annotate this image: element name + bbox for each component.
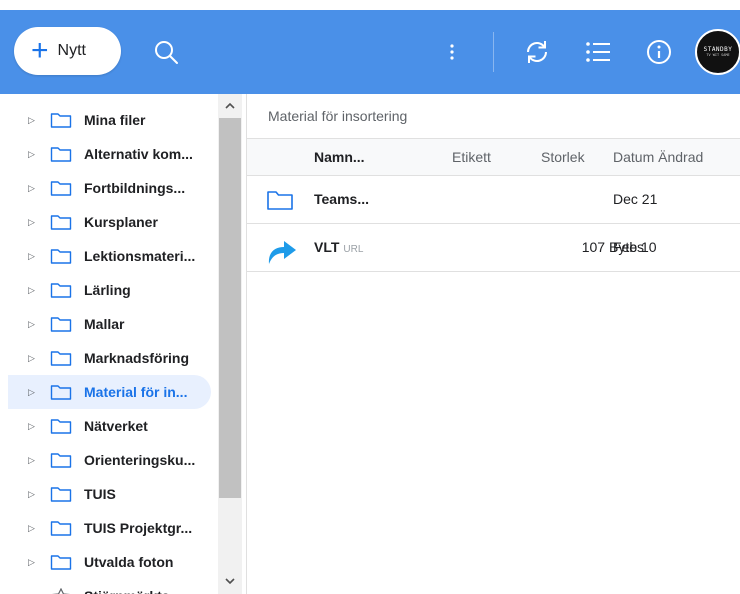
column-name[interactable]: Namn... [314,149,365,165]
column-tag[interactable]: Etikett [452,149,491,165]
scroll-thumb[interactable] [219,118,241,498]
sidebar-folder-label: Lärling [84,282,131,298]
folder-icon [50,385,72,400]
folder-icon [50,453,72,468]
folder-icon [50,283,72,298]
table-row[interactable]: Teams... Dec 21 [247,176,740,224]
folder-icon [50,249,72,264]
shortcut-arrow-icon [266,235,298,268]
folder-icon [50,555,72,570]
avatar-subtext: TV WIT SAME [706,53,730,57]
sidebar-folder-label: Kursplaner [84,214,158,230]
new-button[interactable]: + Nytt [14,27,121,75]
plus-icon: + [31,34,49,67]
scroll-down-arrow-icon[interactable] [218,574,242,588]
column-header: Namn... Etikett Storlek Datum Ändrad [247,138,740,176]
avatar-text: STANDBY [703,46,733,53]
sidebar-folder-item[interactable]: Stjärnmärkta [8,579,211,594]
sidebar-folder-item[interactable]: ▷ Lektionsmateri... [8,239,211,273]
column-size[interactable]: Storlek [541,149,585,165]
expand-caret-icon[interactable]: ▷ [28,149,36,160]
expand-caret-icon[interactable]: ▷ [28,115,36,126]
sidebar-folder-label: Stjärnmärkta [84,588,170,594]
sidebar-folder-item[interactable]: ▷ TUIS [8,477,211,511]
folder-icon [50,147,72,162]
file-list-pane: Material för insortering Namn... Etikett… [247,94,740,594]
sidebar-folder-item[interactable]: ▷ Orienteringsku... [8,443,211,477]
sidebar-folder-label: Alternativ kom... [84,146,193,162]
folder-icon [50,521,72,536]
expand-caret-icon[interactable]: ▷ [28,421,36,432]
sidebar-folder-item[interactable]: ▷ Utvalda foton [8,545,211,579]
toolbar-divider [493,32,494,72]
sidebar-folder-item[interactable]: ▷ Alternativ kom... [8,137,211,171]
sidebar-folder-label: Nätverket [84,418,148,434]
folder-icon [50,419,72,434]
user-avatar[interactable]: STANDBY TV WIT SAME [695,29,740,75]
sidebar-folder-label: Lektionsmateri... [84,248,196,264]
expand-caret-icon[interactable]: ▷ [28,523,36,534]
new-button-label: Nytt [57,42,86,59]
info-icon[interactable] [643,36,675,68]
expand-caret-icon[interactable]: ▷ [28,183,36,194]
breadcrumb[interactable]: Material för insortering [268,108,407,124]
file-name: VLT URL [314,239,364,255]
top-toolbar: + Nytt STANDBY TV WIT SAME [0,10,740,94]
sidebar-scrollbar[interactable] [218,94,242,594]
expand-caret-icon[interactable]: ▷ [28,387,36,398]
sidebar-folder-label: Material för in... [84,384,188,400]
folder-icon [50,351,72,366]
file-date: Feb 10 [613,239,657,255]
sidebar-folder-label: Fortbildnings... [84,180,186,196]
sidebar-folder-label: Marknadsföring [84,350,190,366]
sidebar-folder-label: Mina filer [84,112,146,128]
expand-caret-icon[interactable]: ▷ [28,217,36,228]
sidebar-folder-label: TUIS [84,486,116,502]
expand-caret-icon[interactable]: ▷ [28,251,36,262]
file-name: Teams... [314,191,369,207]
folder-icon [50,181,72,196]
list-view-icon[interactable] [582,36,614,68]
expand-caret-icon[interactable]: ▷ [28,353,36,364]
expand-caret-icon[interactable]: ▷ [28,285,36,296]
sidebar-folder-label: Orienteringsku... [84,452,196,468]
folder-icon [50,113,72,128]
expand-caret-icon[interactable]: ▷ [28,319,36,330]
folder-icon [50,487,72,502]
folder-icon [50,317,72,332]
url-badge: URL [343,244,364,255]
sidebar-folder-item[interactable]: ▷ Nätverket [8,409,211,443]
sidebar-folder-label: Mallar [84,316,125,332]
sidebar-folder-item[interactable]: ▷ TUIS Projektgr... [8,511,211,545]
sidebar-folder-label: Utvalda foton [84,554,174,570]
expand-caret-icon[interactable]: ▷ [28,557,36,568]
scroll-up-arrow-icon[interactable] [218,98,242,112]
search-icon[interactable] [150,36,182,68]
sidebar-folder-item[interactable]: ▷ Lärling [8,273,211,307]
sidebar-folder-label: TUIS Projektgr... [84,520,193,536]
sidebar-folder-item[interactable]: ▷ Mallar [8,307,211,341]
expand-caret-icon[interactable]: ▷ [28,489,36,500]
refresh-icon[interactable] [520,35,554,69]
folder-icon [266,187,294,214]
column-date[interactable]: Datum Ändrad [613,149,703,165]
table-row[interactable]: VLT URL 107 Bytes Feb 10 [247,224,740,272]
expand-caret-icon[interactable]: ▷ [28,455,36,466]
sidebar-folder-item[interactable]: ▷ Material för in... [8,375,211,409]
sidebar-folder-item[interactable]: ▷ Mina filer [8,103,211,137]
folder-tree: ▷ Mina filer ▷ Alternativ kom... ▷ Fortbildni… [0,94,218,594]
star-icon [51,588,71,594]
sidebar-folder-item[interactable]: ▷ Kursplaner [8,205,211,239]
more-menu-icon[interactable] [440,36,464,68]
sidebar-folder-item[interactable]: ▷ Marknadsföring [8,341,211,375]
file-date: Dec 21 [613,191,658,207]
sidebar-folder-item[interactable]: ▷ Fortbildnings... [8,171,211,205]
folder-icon [50,215,72,230]
